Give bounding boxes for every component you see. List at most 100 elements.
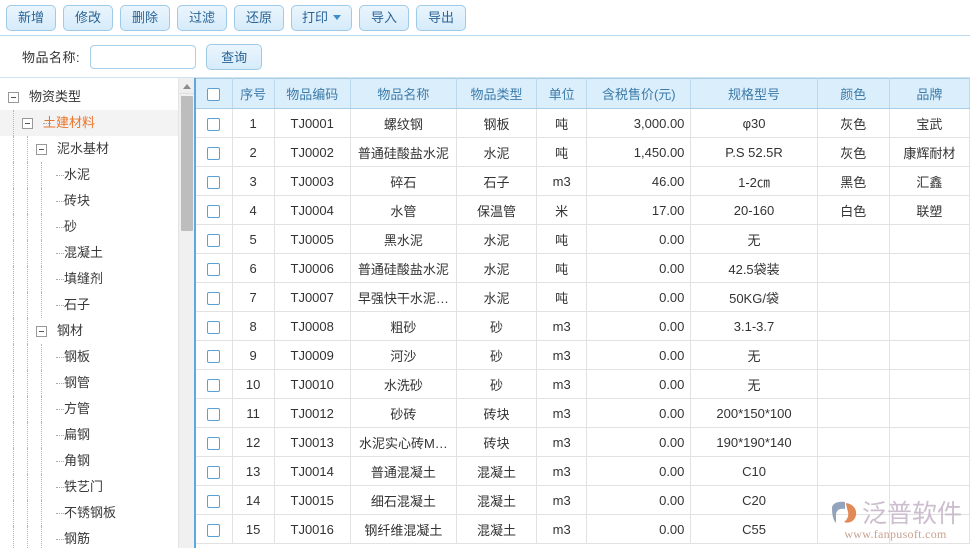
cell-name[interactable]: 细石混凝土: [350, 486, 456, 515]
cell-name[interactable]: 黑水泥: [350, 225, 456, 254]
cell-name[interactable]: 砂砖: [350, 399, 456, 428]
tree-node-10[interactable]: 钢板: [0, 344, 194, 370]
filter-button[interactable]: 过滤: [177, 5, 227, 31]
tree-node-13[interactable]: 扁钢: [0, 422, 194, 448]
cell-code[interactable]: TJ0006: [274, 254, 350, 283]
restore-button[interactable]: 还原: [234, 5, 284, 31]
row-checkbox[interactable]: [207, 437, 220, 450]
cell-name[interactable]: 普通硅酸盐水泥: [350, 138, 456, 167]
tree-node-15[interactable]: 铁艺门: [0, 474, 194, 500]
tree-node-3[interactable]: 水泥: [0, 162, 194, 188]
tree-node-0[interactable]: 物资类型: [0, 84, 194, 110]
collapse-icon[interactable]: [36, 326, 47, 337]
cell-code[interactable]: TJ0012: [274, 399, 350, 428]
column-header-brand[interactable]: 品牌: [889, 79, 969, 109]
scroll-up-icon[interactable]: [179, 78, 194, 94]
cell-code[interactable]: TJ0005: [274, 225, 350, 254]
cell-name[interactable]: 早强快干水泥…: [350, 283, 456, 312]
row-checkbox[interactable]: [207, 263, 220, 276]
column-header-seq[interactable]: 序号: [232, 79, 274, 109]
tree-node-16[interactable]: 不锈钢板: [0, 500, 194, 526]
cell-code[interactable]: TJ0008: [274, 312, 350, 341]
tree-node-17[interactable]: 钢筋: [0, 526, 194, 548]
cell-name[interactable]: 粗砂: [350, 312, 456, 341]
table-row[interactable]: 6TJ0006普通硅酸盐水泥水泥吨0.0042.5袋装: [196, 254, 970, 283]
cell-code[interactable]: TJ0007: [274, 283, 350, 312]
item-name-input[interactable]: [90, 45, 196, 69]
collapse-icon[interactable]: [22, 118, 33, 129]
column-header-price[interactable]: 含税售价(元): [587, 79, 691, 109]
cell-code[interactable]: TJ0013: [274, 428, 350, 457]
row-checkbox[interactable]: [207, 524, 220, 537]
tree-node-5[interactable]: 砂: [0, 214, 194, 240]
cell-name[interactable]: 普通硅酸盐水泥: [350, 254, 456, 283]
column-header-spec[interactable]: 规格型号: [691, 79, 817, 109]
cell-name[interactable]: 碎石: [350, 167, 456, 196]
table-row[interactable]: 15TJ0016钢纤维混凝土混凝土m30.00C55: [196, 515, 970, 544]
cell-name[interactable]: 普通混凝土: [350, 457, 456, 486]
cell-code[interactable]: TJ0015: [274, 486, 350, 515]
export-button[interactable]: 导出: [416, 5, 466, 31]
tree-node-14[interactable]: 角钢: [0, 448, 194, 474]
cell-code[interactable]: TJ0016: [274, 515, 350, 544]
row-checkbox[interactable]: [207, 321, 220, 334]
query-button[interactable]: 查询: [206, 44, 262, 70]
table-row[interactable]: 2TJ0002普通硅酸盐水泥水泥吨1,450.00P.S 52.5R灰色康辉耐材: [196, 138, 970, 167]
table-row[interactable]: 13TJ0014普通混凝土混凝土m30.00C10: [196, 457, 970, 486]
tree-node-6[interactable]: 混凝土: [0, 240, 194, 266]
table-row[interactable]: 14TJ0015细石混凝土混凝土m30.00C20: [196, 486, 970, 515]
cell-name[interactable]: 螺纹钢: [350, 109, 456, 138]
cell-name[interactable]: 水管: [350, 196, 456, 225]
table-row[interactable]: 9TJ0009河沙砂m30.00无: [196, 341, 970, 370]
table-row[interactable]: 12TJ0013水泥实心砖M…砖块m30.00190*190*140: [196, 428, 970, 457]
cell-name[interactable]: 水洗砂: [350, 370, 456, 399]
tree-node-12[interactable]: 方管: [0, 396, 194, 422]
tree-node-9[interactable]: 钢材: [0, 318, 194, 344]
tree-node-11[interactable]: 钢管: [0, 370, 194, 396]
cell-name[interactable]: 河沙: [350, 341, 456, 370]
table-row[interactable]: 8TJ0008粗砂砂m30.003.1-3.7: [196, 312, 970, 341]
column-header-name[interactable]: 物品名称: [350, 79, 456, 109]
column-header-chk[interactable]: [196, 79, 232, 109]
cell-code[interactable]: TJ0003: [274, 167, 350, 196]
cell-code[interactable]: TJ0014: [274, 457, 350, 486]
print-button[interactable]: 打印: [291, 5, 352, 31]
row-checkbox[interactable]: [207, 234, 220, 247]
tree-node-7[interactable]: 填缝剂: [0, 266, 194, 292]
row-checkbox[interactable]: [207, 466, 220, 479]
table-row[interactable]: 11TJ0012砂砖砖块m30.00200*150*100: [196, 399, 970, 428]
edit-button[interactable]: 修改: [63, 5, 113, 31]
column-header-unit[interactable]: 单位: [537, 79, 587, 109]
cell-code[interactable]: TJ0002: [274, 138, 350, 167]
row-checkbox[interactable]: [207, 350, 220, 363]
table-row[interactable]: 10TJ0010水洗砂砂m30.00无: [196, 370, 970, 399]
table-row[interactable]: 1TJ0001螺纹钢钢板吨3,000.00φ30灰色宝武: [196, 109, 970, 138]
row-checkbox[interactable]: [207, 205, 220, 218]
table-row[interactable]: 5TJ0005黑水泥水泥吨0.00无: [196, 225, 970, 254]
cell-code[interactable]: TJ0010: [274, 370, 350, 399]
row-checkbox[interactable]: [207, 408, 220, 421]
tree-node-4[interactable]: 砖块: [0, 188, 194, 214]
tree-node-8[interactable]: 石子: [0, 292, 194, 318]
delete-button[interactable]: 删除: [120, 5, 170, 31]
add-button[interactable]: 新增: [6, 5, 56, 31]
cell-name[interactable]: 水泥实心砖M…: [350, 428, 456, 457]
select-all-checkbox[interactable]: [207, 88, 220, 101]
row-checkbox[interactable]: [207, 176, 220, 189]
column-header-type[interactable]: 物品类型: [456, 79, 536, 109]
tree-scrollbar[interactable]: [178, 78, 194, 548]
import-button[interactable]: 导入: [359, 5, 409, 31]
row-checkbox[interactable]: [207, 495, 220, 508]
cell-code[interactable]: TJ0004: [274, 196, 350, 225]
column-header-color[interactable]: 颜色: [817, 79, 889, 109]
row-checkbox[interactable]: [207, 379, 220, 392]
table-row[interactable]: 7TJ0007早强快干水泥…水泥吨0.0050KG/袋: [196, 283, 970, 312]
table-row[interactable]: 3TJ0003碎石石子m346.001-2㎝黑色汇鑫: [196, 167, 970, 196]
row-checkbox[interactable]: [207, 118, 220, 131]
row-checkbox[interactable]: [207, 147, 220, 160]
tree-node-1[interactable]: 土建材料: [0, 110, 194, 136]
tree-scrollbar-thumb[interactable]: [181, 96, 193, 231]
row-checkbox[interactable]: [207, 292, 220, 305]
cell-code[interactable]: TJ0009: [274, 341, 350, 370]
cell-name[interactable]: 钢纤维混凝土: [350, 515, 456, 544]
